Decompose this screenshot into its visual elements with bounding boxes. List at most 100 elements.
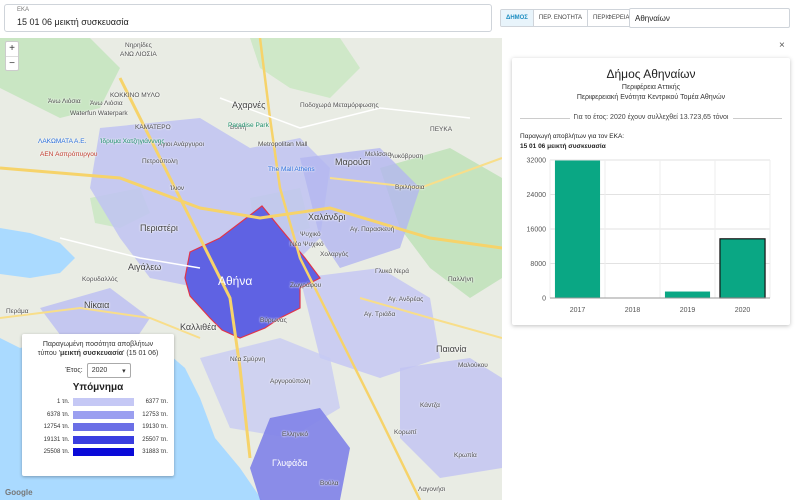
- legend-row: 1 τn. 6377 τn.: [28, 396, 168, 409]
- x-tick-label: 2018: [625, 307, 641, 314]
- legend-range-high: 19130 τn.: [142, 424, 168, 431]
- map-label: ΑΝΩ ΛΙΟΣΙΑ: [120, 51, 157, 58]
- map-label: Γλυκά Νερά: [375, 268, 410, 275]
- map-label: Παιανία: [436, 344, 467, 354]
- collected-note: Για το έτος: 2020 έχουν συλλεχθεί 13.723…: [512, 114, 790, 121]
- map-label: Ελληνικό: [282, 431, 308, 438]
- map-label: Βριλήσσια: [395, 184, 425, 191]
- map-label: Βύρωνας: [260, 317, 287, 324]
- legend-range-high: 12753 τn.: [142, 411, 168, 418]
- legend-swatch: [73, 398, 135, 407]
- zoom-out-button[interactable]: −: [6, 56, 18, 70]
- map-label: Κάντζα: [420, 402, 440, 409]
- year-label: Έτος:: [65, 367, 83, 374]
- y-tick-label: 32000: [527, 158, 547, 165]
- map-label: Waterfun Waterpark: [70, 110, 128, 117]
- map-label: Παλλήνη: [448, 276, 474, 283]
- y-tick-label: 8000: [530, 261, 546, 268]
- map-label: Ίλιον: [170, 185, 185, 192]
- tab-per-enotita[interactable]: ΠΕΡ. ΕΝΟΤΗΤΑ: [533, 10, 589, 26]
- legend-row: 25508 τn. 31883 τn.: [28, 446, 168, 459]
- map-label: Νίκαια: [84, 300, 110, 310]
- map-label: Αχαρνές: [232, 100, 266, 110]
- legend-range-low: 12754 τn.: [43, 424, 70, 431]
- bar: [664, 291, 711, 298]
- map-label: Κρωπία: [454, 452, 477, 459]
- x-tick-label: 2019: [680, 307, 696, 314]
- map-label: The Mall Athens: [268, 166, 315, 173]
- regional-unit-name: Περιφερειακή Ενότητα Κεντρικού Τομέα Αθη…: [576, 94, 726, 101]
- eka-select[interactable]: ΕΚΑ 15 01 06 μεικτή συσκευασία: [4, 4, 492, 32]
- x-tick-label: 2017: [570, 307, 586, 314]
- bar-chart: 0 8000 16000 24000 32000 2017 2018 2019 2020: [527, 158, 771, 314]
- legend-range-high: 25507 τn.: [142, 436, 168, 443]
- year-select[interactable]: 2020 ▾: [86, 363, 131, 378]
- map-label: Metropolitan Mall: [258, 141, 308, 148]
- legend-swatch: [73, 423, 135, 432]
- map-label: AEN Ασπρόπυργου: [40, 151, 98, 158]
- map-label: Αιγάλεω: [128, 262, 162, 272]
- region-name: Περιφέρεια Αττικής: [621, 84, 681, 91]
- legend-row: 12754 τn. 19130 τn.: [28, 421, 168, 434]
- map-label: Πετρούπολη: [142, 158, 178, 165]
- map-label: Ίδρυμα Χατζηγιάνννης: [100, 138, 165, 145]
- legend-range-low: 19131 τn.: [43, 436, 70, 443]
- map-label: Άνω Λιόσια: [48, 98, 81, 105]
- legend-swatch: [73, 435, 135, 444]
- eka-value: 15 01 06 μεικτή συσκευασία: [17, 17, 129, 27]
- close-icon[interactable]: ×: [779, 40, 785, 51]
- map-label: Ποδοχωρά Μεταμόρφωσης: [300, 102, 379, 109]
- legend-panel: Παραγωμένη ποσότητα αποβλήτων τύπου 'μει…: [22, 334, 174, 476]
- bar: [554, 160, 601, 298]
- zoom-in-button[interactable]: +: [6, 42, 18, 56]
- x-tick-label: 2020: [735, 307, 751, 314]
- map-label-athens: Αθήνα: [218, 274, 253, 288]
- legend-row: 6378 τn. 12753 τn.: [28, 409, 168, 422]
- chevron-down-icon: ▾: [122, 367, 126, 375]
- y-tick-label: 24000: [527, 192, 547, 199]
- chart-title-line2: 15 01 06 μεικτή συσκευασία: [520, 143, 606, 150]
- map-label: Κορωπί: [394, 429, 417, 436]
- map-label: Ψυχικό: [300, 231, 321, 238]
- y-tick-label: 16000: [527, 227, 547, 234]
- legend-range-high: 31883 τn.: [142, 449, 168, 456]
- map-label: Αγ. Παρασκευή: [350, 226, 395, 233]
- map-label: Χολαργός: [320, 251, 349, 258]
- map-label: Paradise Park: [228, 122, 269, 129]
- legend-swatch: [73, 448, 135, 457]
- year-value: 2020: [91, 367, 108, 374]
- area-search-input[interactable]: [629, 8, 790, 28]
- bar: [719, 238, 766, 299]
- map-label: Λαγονήσι: [418, 486, 446, 493]
- legend-title-line1: Παραγωμένη ποσότητα αποβλήτων: [42, 341, 154, 348]
- tab-dimos[interactable]: ΔΗΜΟΣ: [501, 10, 534, 26]
- map-label: Αγ. Τριάδα: [364, 311, 396, 318]
- legend-range-low: 25508 τn.: [43, 449, 70, 456]
- map-label-glyfada: Γλυφάδα: [272, 458, 308, 468]
- map-label: Λυκόβρυση: [390, 153, 424, 160]
- map-label: Περάμα: [6, 308, 29, 315]
- map-label: ΠΕΥΚΑ: [430, 126, 453, 133]
- legend-row: 19131 τn. 25507 τn.: [28, 434, 168, 447]
- map-label: Άνω Λιόσια: [90, 100, 123, 107]
- map-label: Καλλιθέα: [180, 322, 217, 332]
- top-bar: ΕΚΑ 15 01 06 μεικτή συσκευασία ΔΗΜΟΣ ΠΕΡ…: [0, 0, 800, 38]
- legend-rows: 1 τn. 6377 τn. 6378 τn. 12753 τn. 12754 τn. 1…: [28, 396, 168, 459]
- tab-perifereia[interactable]: ΠΕΡΙΦΕΡΕΙΑ: [588, 10, 635, 26]
- map-label: Νέο Ψυχικό: [290, 241, 324, 248]
- map-label: Αργυρούπολη: [270, 378, 311, 385]
- zoom-control: + −: [5, 41, 19, 71]
- map-label: Βούλα: [320, 480, 339, 487]
- map-label: ΚΑΜΑΤΕΡΟ: [135, 124, 171, 131]
- y-tick-label: 0: [542, 296, 546, 303]
- map-label: Κορυδαλλός: [82, 276, 118, 283]
- map-label: Χαλάνδρι: [308, 212, 346, 222]
- map-label: Μαρούσι: [335, 157, 371, 167]
- legend-title: Παραγωμένη ποσότητα αποβλήτων τύπου 'μει…: [28, 340, 168, 358]
- map-label: Περιστέρι: [140, 223, 178, 233]
- legend-range-low: 6378 τn.: [47, 411, 70, 418]
- map-label: Ζωγράφου: [290, 282, 322, 289]
- legend-title-line2: τύπου 'μεικτή συσκευασία' (15 01 06): [37, 350, 159, 357]
- municipality-title: Δήμος Αθηναίων: [606, 67, 696, 81]
- year-row: Έτος: 2020 ▾: [28, 363, 168, 378]
